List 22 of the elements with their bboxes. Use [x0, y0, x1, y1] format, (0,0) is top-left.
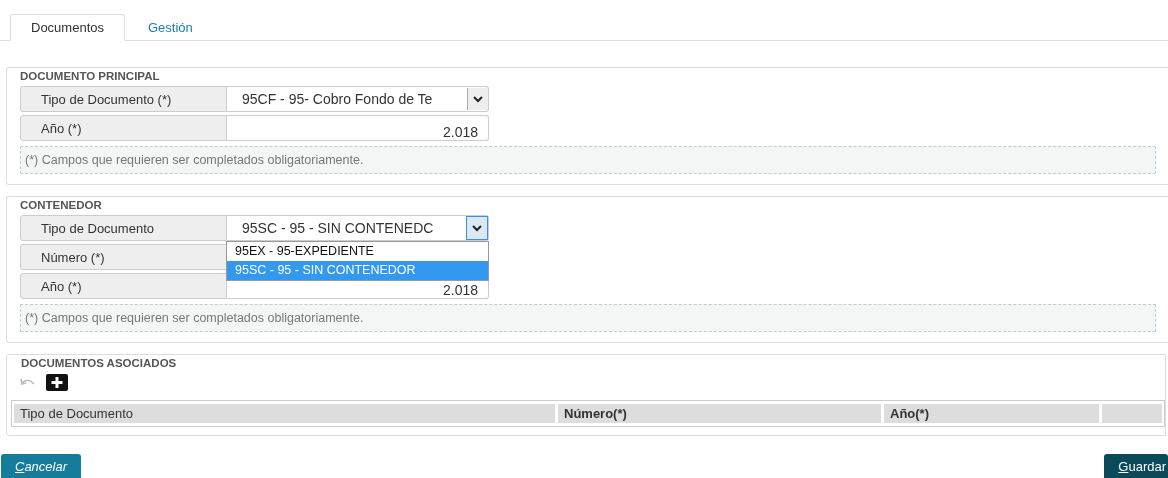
- section-title: CONTENEDOR: [20, 199, 103, 212]
- field-label: Tipo de Documento (*): [20, 86, 227, 112]
- field-label: Tipo de Documento: [20, 215, 227, 241]
- dropdown-option[interactable]: 95EX - 95-EXPEDIENTE: [227, 242, 488, 261]
- cancel-button[interactable]: Cancelar: [1, 454, 82, 478]
- tab[interactable]: Documentos: [10, 14, 125, 41]
- input-field[interactable]: 2.018: [227, 115, 489, 141]
- section-title: DOCUMENTOS ASOCIADOS: [20, 357, 178, 370]
- field-label: Número (*): [20, 244, 227, 270]
- field-label: Año (*): [20, 273, 227, 299]
- required-note: (*) Campos que requieren ser completados obligatoriamente.: [20, 146, 1156, 174]
- select-field[interactable]: 95CF - 95- Cobro Fondo de Te: [227, 86, 489, 112]
- section-title: DOCUMENTO PRINCIPAL: [20, 70, 161, 83]
- column-header: Año(*): [884, 404, 1099, 423]
- column-header: Número(*): [558, 404, 881, 423]
- column-header: Tipo de Documento: [14, 404, 555, 423]
- field-label: Año (*): [20, 115, 227, 141]
- required-note: (*) Campos que requieren ser completados obligatoriamente.: [20, 304, 1156, 332]
- add-icon[interactable]: [46, 373, 68, 391]
- save-button[interactable]: Guardar: [1104, 454, 1168, 478]
- tab[interactable]: Gestión: [127, 14, 214, 41]
- empty-column-header: [1102, 404, 1162, 423]
